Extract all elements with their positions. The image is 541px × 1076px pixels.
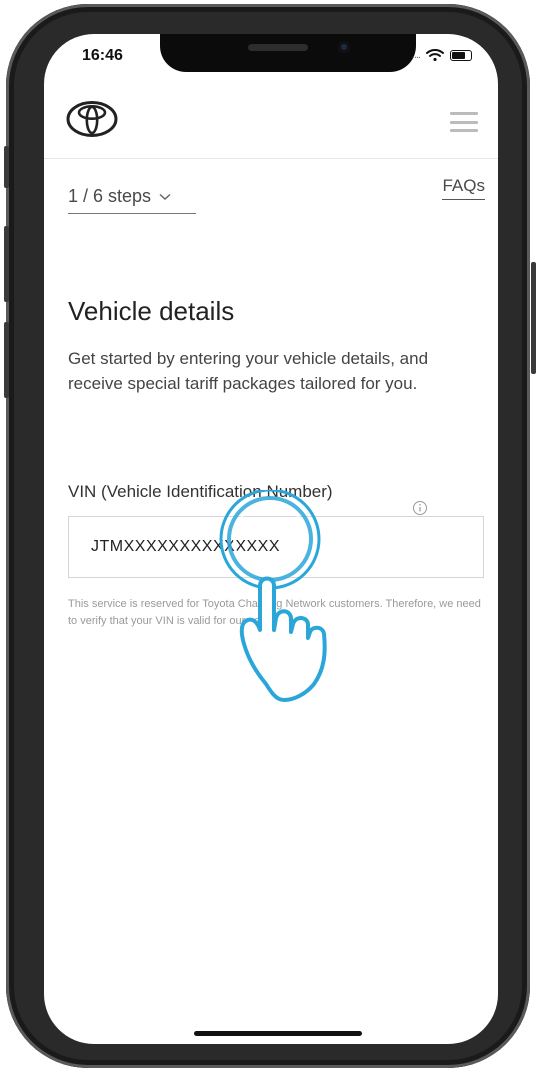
phone-screen: 16:46 .... 1 / 6 steps FAQs Vehicle deta…: [44, 34, 498, 1044]
mute-switch: [4, 146, 9, 188]
hamburger-menu-button[interactable]: [450, 112, 478, 132]
status-icons: ....: [412, 49, 472, 61]
info-icon[interactable]: [412, 500, 428, 516]
signal-dots: ....: [411, 49, 421, 61]
notch: [160, 34, 416, 72]
steps-label: 1 / 6 steps: [68, 186, 152, 206]
menu-line: [450, 112, 478, 115]
wifi-icon: [426, 49, 444, 61]
volume-up-button: [4, 226, 9, 302]
camera: [338, 41, 350, 53]
app-header: [44, 92, 498, 159]
faqs-link[interactable]: FAQs: [442, 176, 485, 200]
page-description: Get started by entering your vehicle det…: [68, 349, 429, 393]
power-button: [531, 262, 536, 374]
home-indicator[interactable]: [194, 1031, 362, 1036]
speaker: [248, 44, 308, 51]
status-time: 16:46: [82, 47, 123, 64]
chevron-down-icon: [159, 193, 171, 200]
tap-gesture-icon: [219, 490, 327, 702]
steps-dropdown[interactable]: 1 / 6 steps: [68, 186, 196, 214]
menu-line: [450, 129, 478, 132]
menu-line: [450, 120, 478, 124]
volume-down-button: [4, 322, 9, 398]
toyota-logo[interactable]: [66, 100, 118, 138]
battery-icon: [450, 49, 472, 61]
page-title: Vehicle details: [68, 296, 235, 326]
